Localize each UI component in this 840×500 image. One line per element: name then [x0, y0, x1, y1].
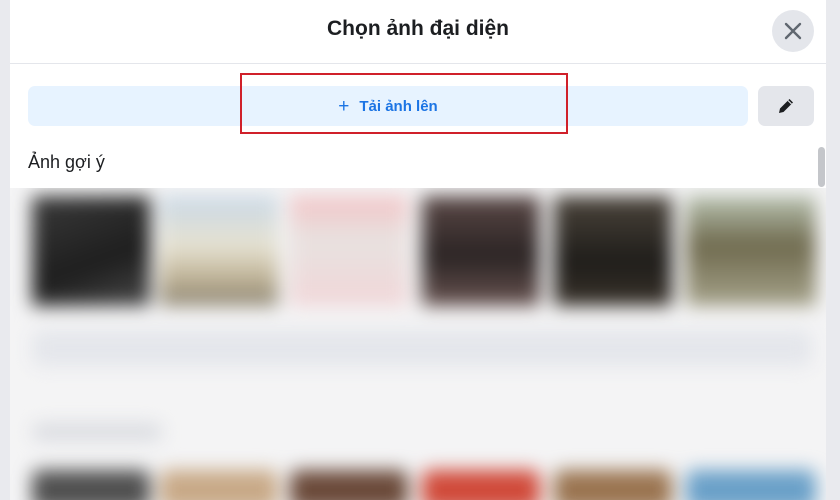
suggested-photo[interactable] [290, 196, 408, 306]
close-button[interactable] [772, 10, 814, 52]
suggested-photo[interactable] [554, 470, 672, 500]
plus-icon: + [338, 95, 350, 117]
suggested-photo[interactable] [686, 196, 816, 306]
upload-photo-button[interactable]: + Tải ảnh lên [28, 86, 748, 126]
suggested-photo[interactable] [422, 470, 540, 500]
upload-photo-label: Tải ảnh lên [359, 97, 438, 115]
suggested-photo[interactable] [686, 470, 816, 500]
suggested-photo[interactable] [32, 196, 150, 306]
profile-picture-dialog: Chọn ảnh đại diện + Tải ảnh lên Ảnh gợi … [10, 0, 826, 500]
edit-button[interactable] [758, 86, 814, 126]
suggested-photo[interactable] [290, 470, 408, 500]
pencil-icon [779, 99, 793, 113]
suggested-photos-grid [10, 188, 826, 500]
see-more-button[interactable] [32, 330, 812, 366]
suggested-photo[interactable] [160, 470, 278, 500]
suggested-photo[interactable] [422, 196, 540, 306]
suggested-photos-heading: Ảnh gợi ý [28, 152, 105, 172]
scrollbar-thumb[interactable] [818, 147, 825, 187]
dialog-header: Chọn ảnh đại diện [10, 0, 826, 64]
suggested-photo[interactable] [32, 470, 150, 500]
dialog-title: Chọn ảnh đại diện [327, 17, 509, 40]
suggested-photo[interactable] [160, 196, 278, 306]
close-icon [784, 22, 802, 40]
suggested-photo[interactable] [554, 196, 672, 306]
section-heading-placeholder [32, 424, 162, 440]
